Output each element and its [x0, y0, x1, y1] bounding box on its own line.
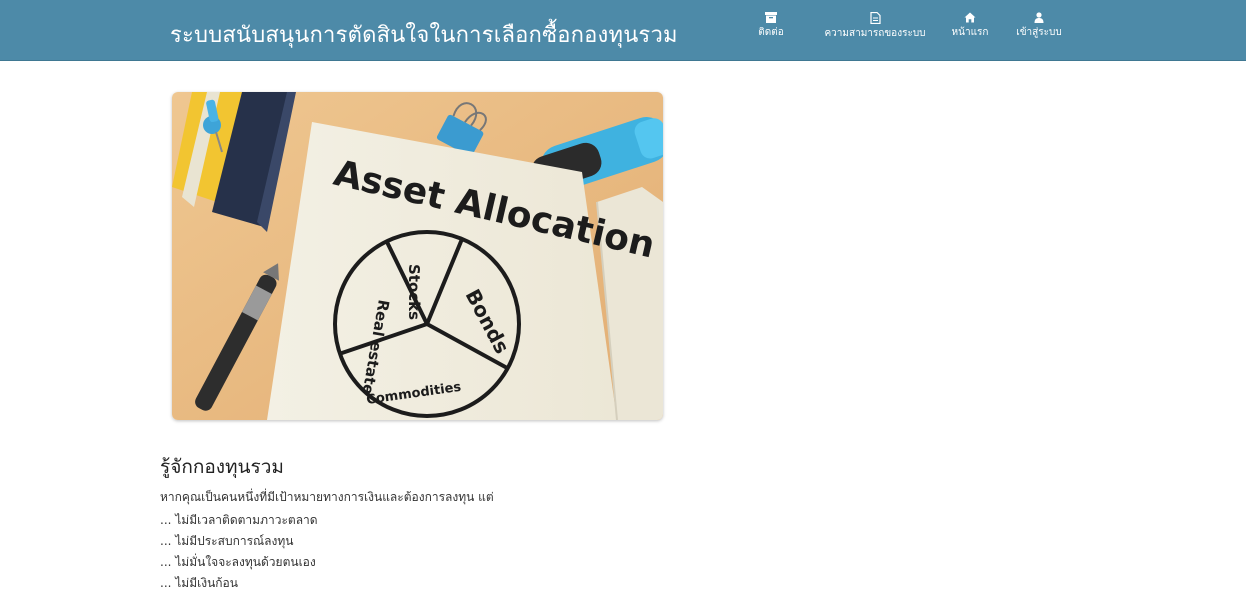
- nav-home-label: หน้าแรก: [951, 27, 989, 38]
- home-icon: [964, 12, 976, 23]
- nav-home[interactable]: หน้าแรก: [946, 8, 994, 40]
- intro-text: หากคุณเป็นคนหนึ่งที่มีเป้าหมายทางการเงิน…: [160, 490, 494, 504]
- site-title[interactable]: ระบบสนับสนุนการตัดสินใจในการเลือกซื้อกอง…: [170, 17, 678, 52]
- about-section: รู้จักกองทุนรวม หากคุณเป็นคนหนึ่งที่มีเป…: [160, 452, 860, 596]
- archive-icon: [765, 12, 777, 23]
- list-item: ... ไม่มีเงินก้อน: [160, 576, 238, 590]
- user-icon: [1034, 12, 1044, 23]
- slice-label-stocks: Stocks: [405, 264, 423, 320]
- list-item: ... ไม่มีเวลาติดตามภาวะตลาด: [160, 513, 318, 527]
- section-title: รู้จักกองทุนรวม: [160, 456, 284, 478]
- nav-login[interactable]: เข้าสู่ระบบ: [1010, 8, 1068, 40]
- nav-contact-label: ติดต่อ: [758, 27, 784, 38]
- hero-image: Asset Allocation Stocks Bonds Commoditie…: [172, 92, 663, 420]
- list-item: ... ไม่มั่นใจจะลงทุนด้วยตนเอง: [160, 555, 316, 569]
- nav-features-label: ความสามารถของระบบ: [824, 28, 926, 39]
- list-item: ... ไม่มีประสบการณ์ลงทุน: [160, 534, 294, 548]
- nav-features[interactable]: ความสามารถของระบบ: [812, 8, 938, 41]
- nav-contact[interactable]: ติดต่อ: [746, 8, 796, 40]
- document-icon: [869, 12, 881, 24]
- nav-login-label: เข้าสู่ระบบ: [1016, 27, 1062, 38]
- top-navbar: ระบบสนับสนุนการตัดสินใจในการเลือกซื้อกอง…: [0, 0, 1246, 61]
